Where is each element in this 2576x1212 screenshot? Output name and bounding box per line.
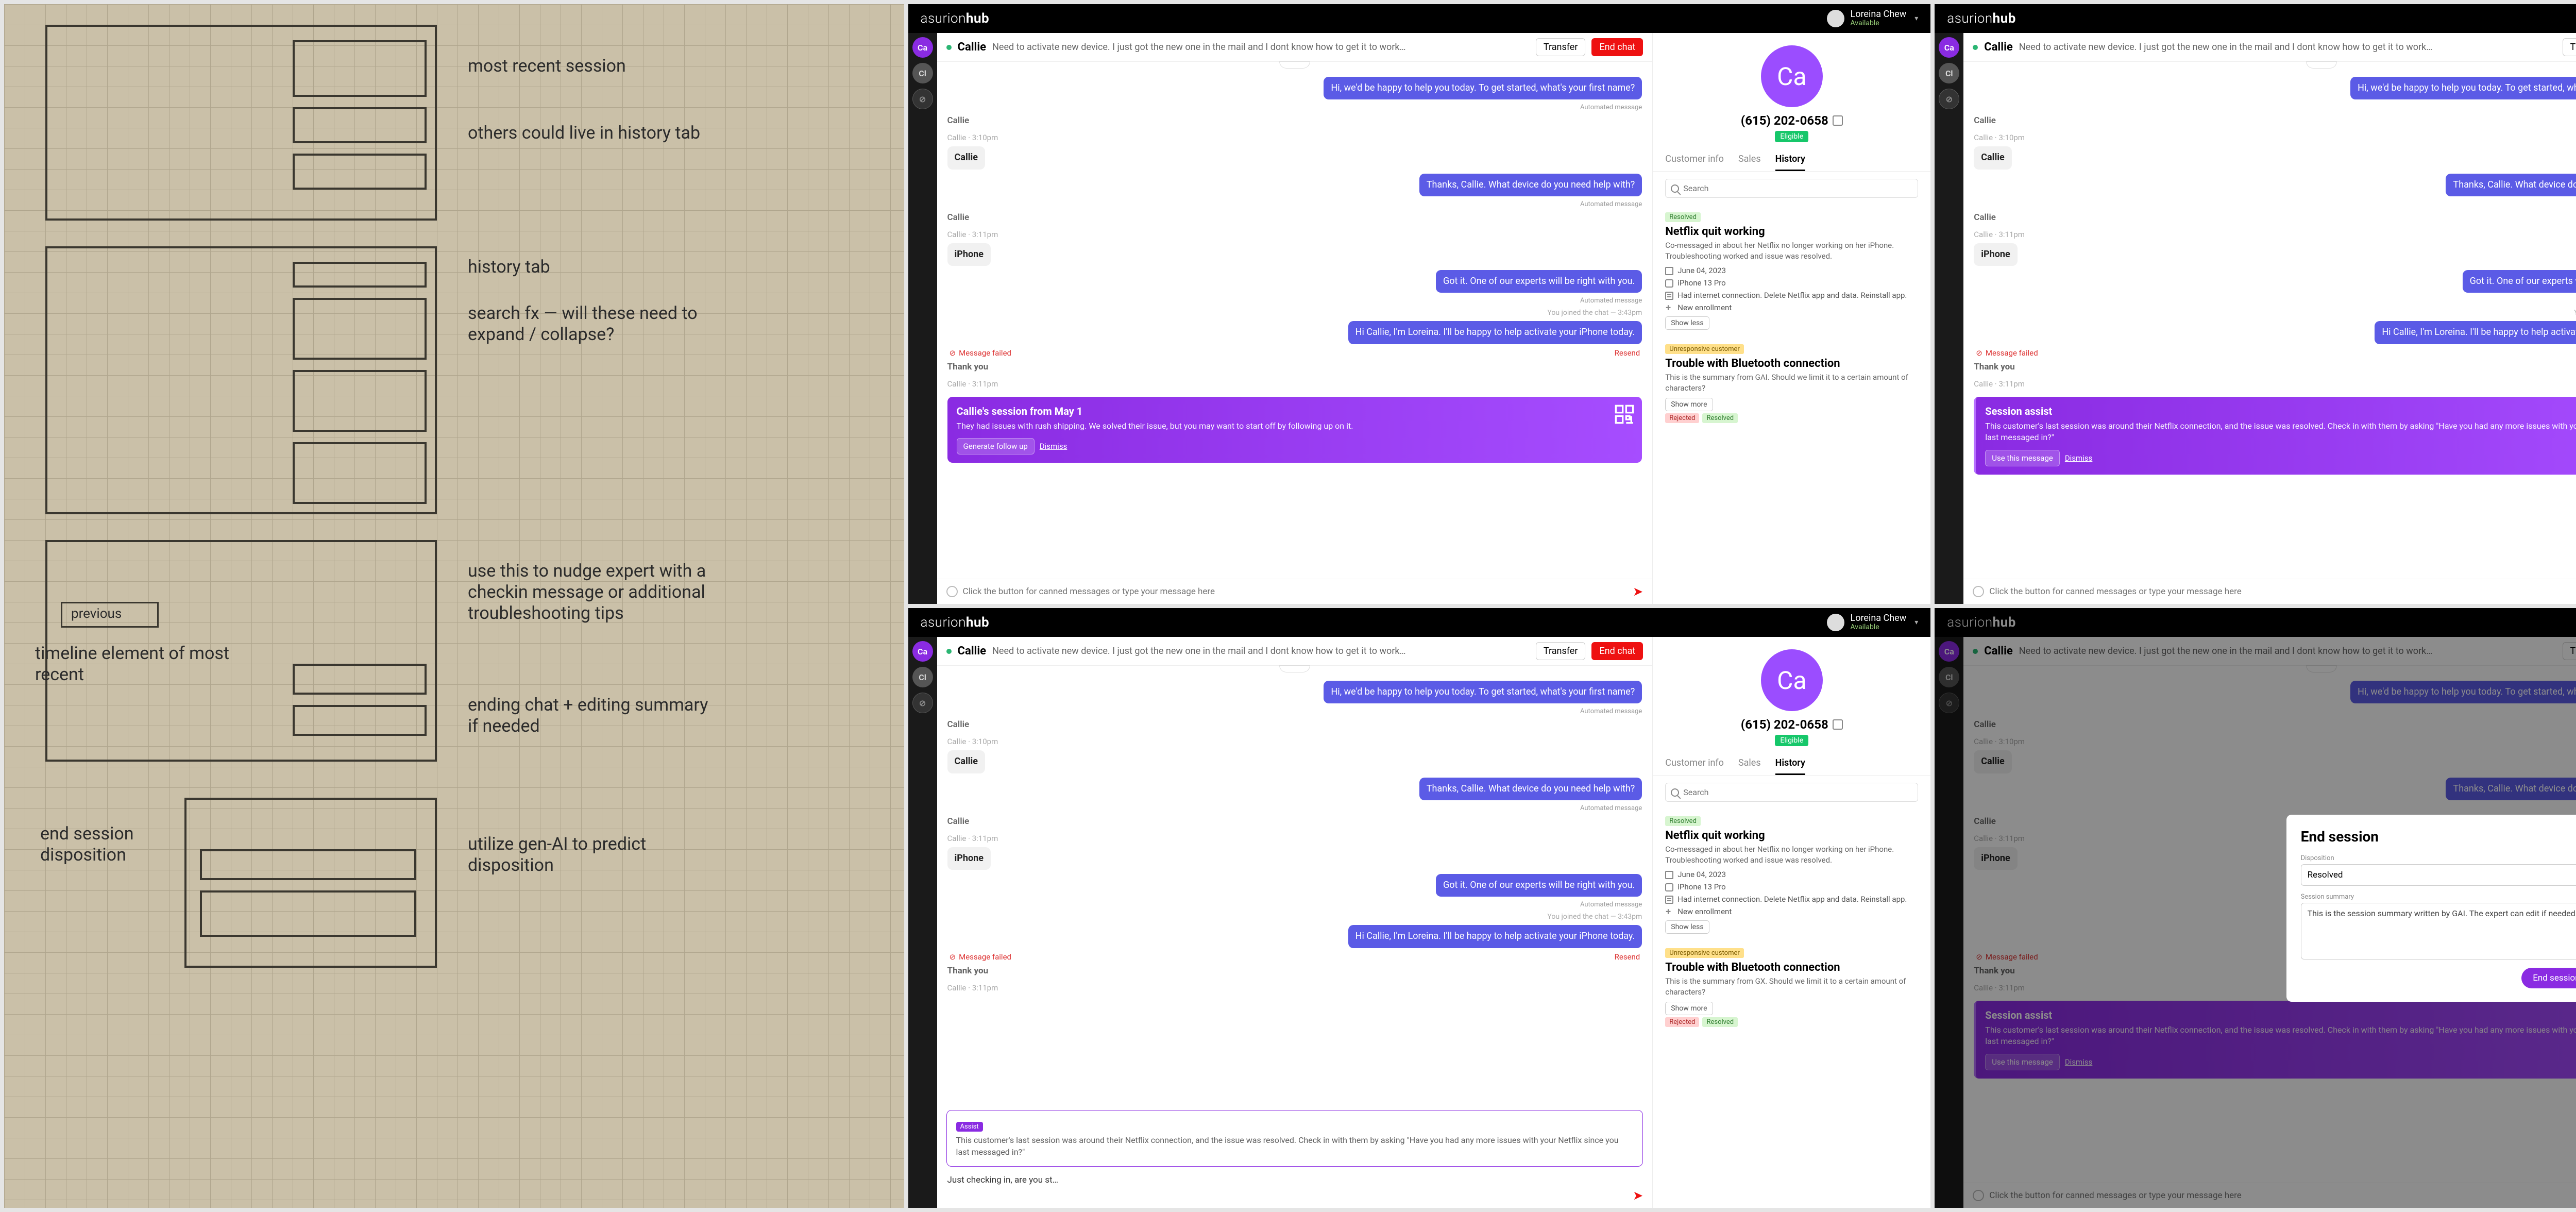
end-session-submit[interactable]: End session bbox=[2521, 968, 2576, 988]
transfer-button[interactable]: Transfer bbox=[2563, 38, 2576, 56]
topbar: asurionasurionhubhub Loreina Chew Availa… bbox=[908, 4, 1931, 33]
tab-sales[interactable]: Sales bbox=[1738, 148, 1761, 171]
send-icon[interactable]: ➤ bbox=[1633, 1188, 1643, 1203]
show-more-button[interactable]: Show more bbox=[1665, 1002, 1713, 1015]
show-more-button[interactable]: Show more bbox=[1665, 398, 1713, 411]
status-badge: Unresponsive customer bbox=[1665, 344, 1744, 354]
note-icon bbox=[1665, 292, 1673, 300]
brand: asurionasurionhubhub bbox=[921, 11, 990, 26]
screen-4: asurionhub Loreina ChewAvailable▾ Ca Cl … bbox=[1935, 608, 2576, 1208]
drag-handle[interactable] bbox=[1279, 61, 1310, 69]
history-search-input[interactable] bbox=[1683, 183, 1912, 193]
rail-active-session[interactable]: Ca bbox=[912, 37, 933, 58]
search-icon bbox=[1671, 184, 1679, 193]
modal-title: End session bbox=[2301, 828, 2576, 845]
tab-history[interactable]: History bbox=[1775, 148, 1805, 171]
history-search[interactable] bbox=[1665, 179, 1918, 198]
error-icon: ⊘ Message failed bbox=[950, 348, 1011, 358]
assist-session-banner: Callie's session from May 1 They had iss… bbox=[947, 397, 1642, 463]
end-chat-button[interactable]: End chat bbox=[1591, 38, 1643, 56]
composer-input[interactable] bbox=[963, 586, 1628, 597]
msg-auto: Hi, we'd be happy to help you today. To … bbox=[1324, 77, 1642, 99]
disposition-label: Disposition bbox=[2301, 854, 2576, 862]
history-title: Trouble with Bluetooth connection bbox=[1665, 357, 1918, 370]
session-assist-inline: Session assist This customer's last sess… bbox=[1974, 397, 2576, 475]
status-badge: Resolved bbox=[1665, 212, 1701, 222]
end-chat-button[interactable]: End chat bbox=[1591, 642, 1643, 660]
screen-3: asurionhub Loreina ChewAvailable▾ Ca Cl … bbox=[908, 608, 1931, 1208]
copy-icon[interactable] bbox=[1833, 115, 1843, 126]
show-less-button[interactable]: Show less bbox=[1665, 920, 1709, 934]
search-icon bbox=[1671, 788, 1679, 797]
disposition-select[interactable]: Resolved ▾ bbox=[2301, 864, 2576, 886]
avatar bbox=[1827, 10, 1844, 27]
composer: ➤ bbox=[937, 579, 1653, 604]
assist-generate-button[interactable]: Generate follow up bbox=[957, 438, 1035, 454]
sketch-note: most recent session bbox=[468, 56, 684, 77]
qr-icon bbox=[1614, 404, 1635, 425]
system-joined: You joined the chat — 3:43pm bbox=[1547, 309, 1642, 317]
chat-column: Callie Need to activate new device. I ju… bbox=[937, 33, 1653, 604]
dismiss-link[interactable]: Dismiss bbox=[2065, 453, 2093, 463]
assist-pill: Assist bbox=[956, 1122, 983, 1132]
composer-draft[interactable]: Just checking in, are you st… bbox=[937, 1172, 1653, 1188]
show-less-button[interactable]: Show less bbox=[1665, 316, 1709, 330]
history-card: Unresponsive customer Trouble with Bluet… bbox=[1665, 341, 1918, 426]
summary-label: Session summary bbox=[2301, 893, 2576, 901]
user-status: Available bbox=[1851, 19, 1907, 27]
history-title: Netflix quit working bbox=[1665, 225, 1918, 238]
resend-link[interactable]: Resend bbox=[1615, 952, 1640, 962]
modal-scrim[interactable]: End session Disposition Resolved ▾ Sessi… bbox=[1935, 608, 2576, 1208]
screen-2: asurionhub Loreina ChewAvailable▾ Ca Cl … bbox=[1935, 4, 2576, 604]
transfer-button[interactable]: Transfer bbox=[1536, 38, 1586, 56]
resend-link[interactable]: Resend bbox=[1615, 348, 1640, 358]
use-message-button[interactable]: Use this message bbox=[1985, 450, 2060, 466]
profile-tabs: Customer info Sales History bbox=[1653, 148, 1930, 172]
user-block[interactable]: Loreina Chew Available ▾ bbox=[1827, 10, 1919, 27]
status-badge: Rejected bbox=[1665, 413, 1699, 423]
canned-icon[interactable] bbox=[946, 586, 958, 597]
device-icon bbox=[1665, 279, 1673, 288]
send-icon[interactable]: ➤ bbox=[1633, 584, 1643, 599]
left-rail: Ca Cl ⊘ bbox=[908, 33, 937, 604]
msg-cust: Callie bbox=[947, 146, 985, 169]
plus-icon bbox=[1665, 304, 1673, 312]
sketch-panel: most recent session others could live in… bbox=[4, 4, 904, 1208]
user-name: Loreina Chew bbox=[1851, 10, 1907, 19]
status-dot bbox=[946, 45, 952, 50]
side-panel: Ca (615) 202-0658 Eligible Customer info… bbox=[1652, 33, 1930, 604]
screen-1: asurionasurionhubhub Loreina Chew Availa… bbox=[908, 4, 1931, 604]
chevron-down-icon: ▾ bbox=[1914, 14, 1918, 23]
summary-textarea[interactable]: This is the session summary written by G… bbox=[2301, 903, 2576, 959]
assist-title: Callie's session from May 1 bbox=[957, 405, 1633, 417]
history-card: Resolved Netflix quit working Co-message… bbox=[1665, 209, 1918, 330]
customer-profile: Ca (615) 202-0658 Eligible bbox=[1653, 33, 1930, 148]
end-session-modal: End session Disposition Resolved ▾ Sessi… bbox=[2286, 815, 2576, 1002]
assist-predictive: Assist This customer's last session was … bbox=[946, 1110, 1643, 1167]
tab-customer-info[interactable]: Customer info bbox=[1665, 148, 1724, 171]
copy-icon[interactable] bbox=[1833, 719, 1843, 730]
calendar-icon bbox=[1665, 267, 1673, 275]
profile-avatar: Ca bbox=[1761, 45, 1823, 107]
customer-name: Callie bbox=[958, 41, 987, 54]
message-list: Hi, we'd be happy to help you today. To … bbox=[937, 69, 1653, 579]
msg-agent: Hi Callie, I'm Loreina. I'll be happy to… bbox=[1348, 321, 1642, 344]
canned-icon[interactable] bbox=[1973, 586, 1984, 597]
status-badge: Resolved bbox=[1702, 413, 1738, 423]
chat-header: Callie Need to activate new device. I ju… bbox=[937, 33, 1653, 62]
assist-dismiss-link[interactable]: Dismiss bbox=[1040, 442, 1067, 451]
transfer-button[interactable]: Transfer bbox=[1536, 642, 1586, 660]
customer-blurb: Need to activate new device. I just got … bbox=[992, 42, 1530, 53]
rail-add-icon[interactable]: ⊘ bbox=[912, 89, 933, 109]
rail-session[interactable]: Cl bbox=[912, 63, 933, 83]
composer-input[interactable] bbox=[1989, 586, 2576, 597]
profile-phone: (615) 202-0658 bbox=[1741, 113, 1843, 128]
eligible-badge: Eligible bbox=[1775, 131, 1808, 142]
